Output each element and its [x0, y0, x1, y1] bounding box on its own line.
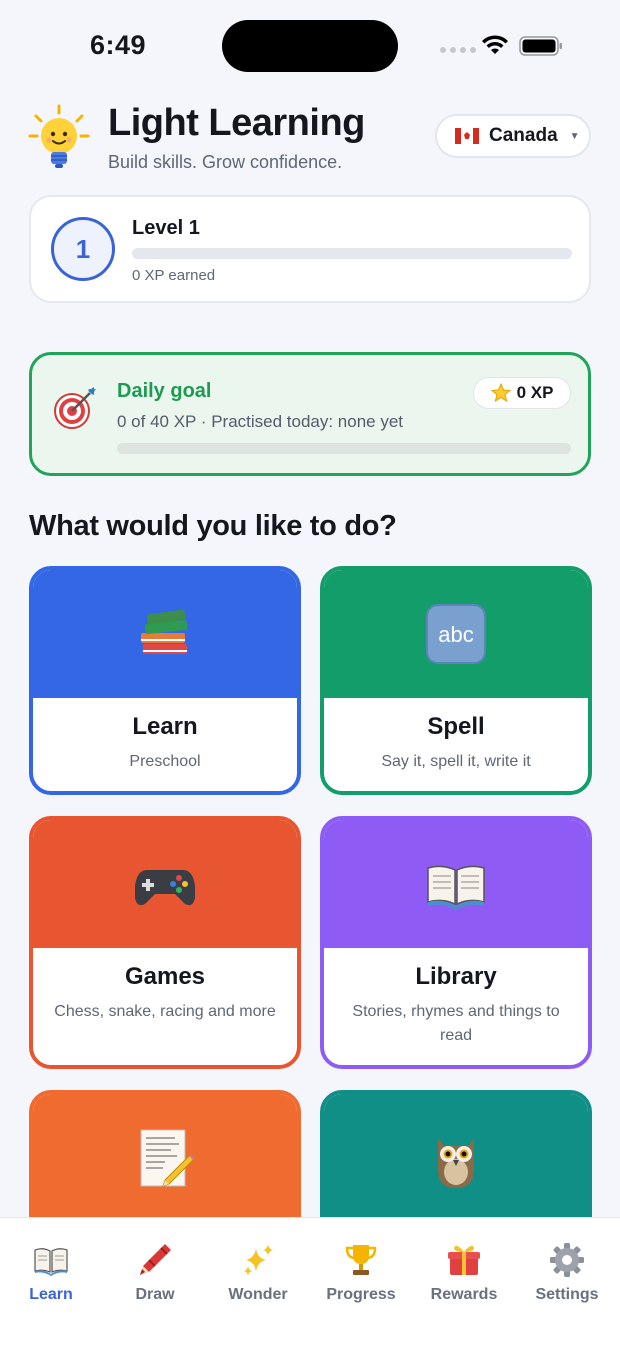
crayon-icon — [140, 1244, 171, 1275]
tile-spell[interactable]: abc Spell Say it, spell it, write it — [320, 566, 592, 795]
tab-draw[interactable]: Draw — [105, 1242, 205, 1304]
app-title: Light Learning — [108, 102, 365, 144]
dynamic-island — [222, 20, 398, 72]
level-xp-text: 0 XP earned — [132, 267, 216, 284]
tab-label: Progress — [326, 1286, 396, 1303]
country-selector[interactable]: Canada ▼ — [435, 114, 591, 158]
tab-label: Wonder — [228, 1286, 288, 1303]
app-tagline: Build skills. Grow confidence. — [108, 152, 343, 172]
trophy-icon — [345, 1245, 377, 1275]
tile-label: Library — [415, 963, 497, 990]
tab-progress[interactable]: Progress — [311, 1242, 411, 1304]
svg-text:abc: abc — [438, 622, 473, 647]
status-bar: 6:49 — [0, 0, 620, 92]
level-badge: 1 — [51, 217, 115, 281]
tab-learn[interactable]: Learn — [1, 1242, 101, 1304]
chevron-down-icon: ▼ — [569, 130, 580, 142]
cellular-signal-icon — [440, 47, 476, 53]
tile-description: Preschool — [129, 753, 201, 770]
app-header: Light Learning Build skills. Grow confid… — [28, 100, 592, 180]
tile-description: Say it, spell it, write it — [381, 753, 531, 770]
tile-description: Stories, rhymes and things to read — [352, 1003, 560, 1044]
daily-goal-card[interactable]: Daily goal 0 of 40 XP · Practised today:… — [29, 352, 591, 476]
abc-icon: abc — [426, 604, 486, 664]
owl-icon — [438, 1138, 474, 1188]
tab-label: Learn — [29, 1286, 73, 1303]
daily-goal-progress-bar — [117, 443, 571, 454]
books-icon — [141, 609, 188, 654]
section-title: What would you like to do? — [29, 510, 397, 542]
tab-rewards[interactable]: Rewards — [414, 1242, 514, 1304]
level-title: Level 1 — [132, 217, 200, 239]
tile-description: Chess, snake, racing and more — [54, 1003, 276, 1020]
tab-label: Rewards — [430, 1286, 498, 1303]
daily-goal-status: 0 of 40 XP · Practised today: none yet — [117, 412, 404, 431]
tile-library[interactable]: Library Stories, rhymes and things to re… — [320, 816, 592, 1069]
memo-icon — [140, 1129, 196, 1187]
gamepad-icon — [135, 870, 195, 906]
level-card[interactable]: 1 Level 1 0 XP earned — [29, 195, 591, 303]
xp-badge: 0 XP — [473, 377, 571, 409]
xp-badge-label: 0 XP — [516, 383, 554, 402]
canada-flag-icon — [455, 128, 479, 144]
tab-label: Draw — [135, 1286, 175, 1303]
sparkles-icon — [244, 1244, 273, 1276]
tile-games[interactable]: Games Chess, snake, racing and more — [29, 816, 301, 1069]
wifi-icon — [482, 35, 508, 54]
status-time: 6:49 — [90, 30, 147, 60]
tile-learn[interactable]: Learn Preschool — [29, 566, 301, 795]
tile-label: Games — [124, 963, 206, 990]
tile-label: Spell — [427, 713, 485, 740]
bottom-tab-bar: Learn Draw Wonder Progress Rewards Setti… — [0, 1217, 620, 1347]
battery-icon — [519, 36, 562, 56]
star-icon — [490, 383, 511, 403]
tab-label: Settings — [535, 1286, 599, 1303]
gift-icon — [448, 1245, 480, 1275]
level-progress-bar — [132, 248, 572, 259]
tab-wonder[interactable]: Wonder — [208, 1242, 308, 1304]
daily-goal-title: Daily goal — [117, 380, 212, 402]
country-label: Canada — [489, 125, 558, 146]
book-icon — [34, 1248, 68, 1276]
tile-label: Learn — [132, 713, 198, 740]
open-book-icon — [427, 865, 485, 910]
gear-icon — [550, 1243, 584, 1277]
lightbulb-logo-icon — [28, 104, 90, 168]
tab-settings[interactable]: Settings — [517, 1242, 617, 1304]
target-dart-icon — [54, 387, 96, 429]
